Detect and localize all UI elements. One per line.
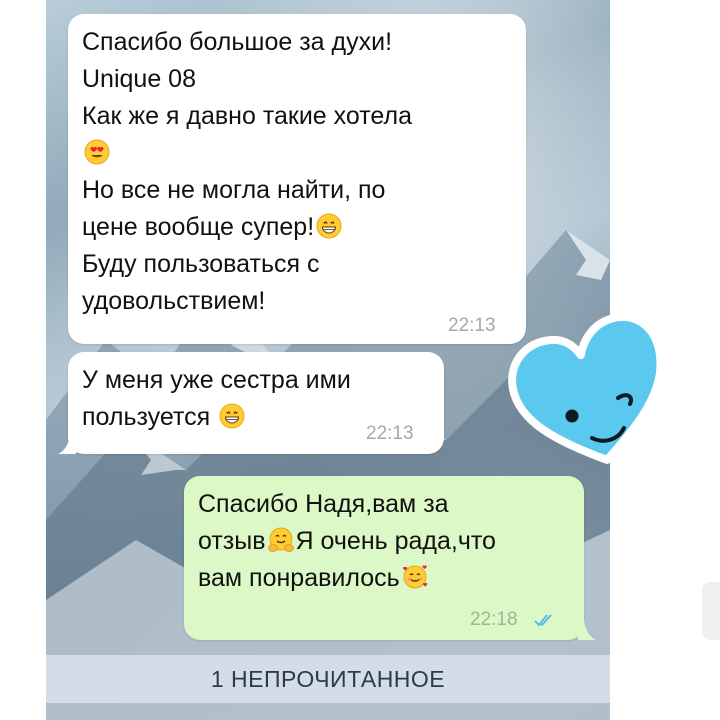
message-text-with-emoji: цене вообще супер!	[82, 209, 512, 246]
message-time: 22:18	[470, 609, 518, 630]
message-emoji-line	[82, 135, 512, 172]
message-text: Как же я давно такие хотела	[82, 102, 412, 130]
message-text: Спасибо большое за духи!	[82, 28, 393, 56]
message-text: Unique 08	[82, 65, 196, 93]
bubble-tail-outgoing	[578, 616, 596, 640]
message-text: цене вообще супер!	[82, 213, 315, 241]
message-bubble-incoming[interactable]: Спасибо большое за духи! Unique 08 Как ж…	[68, 14, 526, 344]
message-text: Спасибо Надя,вам за	[198, 490, 449, 518]
message-text: отзыв	[198, 527, 266, 555]
smiling-hearts-emoji-icon	[402, 565, 427, 589]
message-text: Я очень рада,что	[295, 527, 496, 555]
message-text: Буду пользоваться с	[82, 250, 320, 278]
unread-banner-label: 1 НЕПРОЧИТАННОЕ	[210, 665, 446, 692]
message-bubble-outgoing[interactable]: Спасибо Надя,вам за отзыв Я очень рада,ч…	[184, 476, 584, 640]
heart-eyes-emoji-icon	[84, 139, 110, 165]
bubble-tail-incoming	[58, 430, 76, 454]
message-text-with-emoji: вам понравилось	[198, 560, 570, 597]
message-time: 22:13	[366, 423, 414, 444]
message-text: Но все не могла найти, по	[82, 176, 386, 204]
grinning-emoji-icon	[316, 213, 342, 239]
screenshot-frame: Спасибо большое за духи! Unique 08 Как ж…	[0, 0, 720, 720]
unread-messages-banner: 1 НЕПРОЧИТАННОЕ	[46, 655, 610, 703]
read-double-check-icon	[534, 614, 552, 627]
grinning-emoji-icon	[219, 403, 245, 429]
blue-heart-wink-sticker-icon	[508, 313, 665, 464]
message-time: 22:13	[448, 315, 496, 336]
message-bubble-incoming[interactable]: У меня уже сестра ими пользуется 22:13	[68, 352, 444, 454]
partial-card-edge	[702, 582, 720, 640]
message-text: вам понравилось	[198, 564, 400, 592]
message-text-with-emoji: отзыв Я очень рада,что	[198, 523, 570, 560]
message-text: пользуется	[82, 403, 211, 431]
message-text: У меня уже сестра ими	[82, 366, 351, 394]
hugging-emoji-icon	[267, 527, 294, 552]
